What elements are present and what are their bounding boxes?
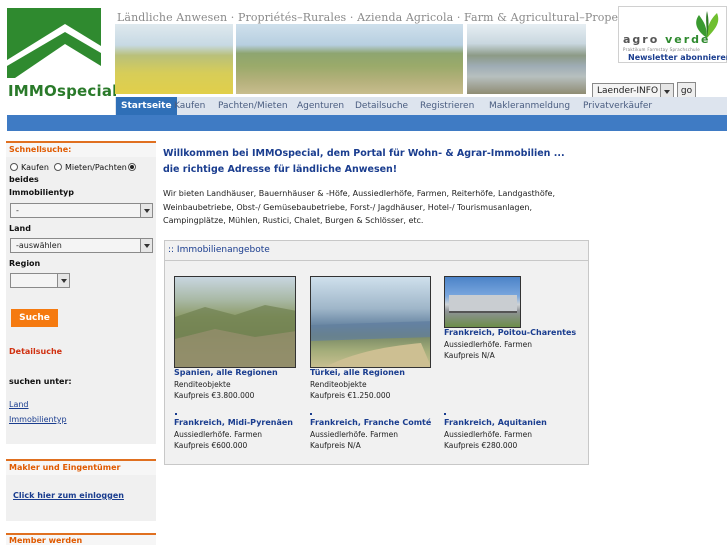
header-photo-fields [115, 24, 233, 94]
offer-type: Aussiedlerhöfe. Farmen [174, 430, 263, 439]
offer-title[interactable]: Frankreich, Franche Comté [310, 418, 431, 427]
header-photo-lake [467, 24, 586, 94]
type-select[interactable]: - [10, 203, 153, 218]
offers-divider [165, 260, 588, 261]
country-info-value: Laender-INFO [597, 86, 659, 96]
offer-type: Aussiedlerhöfe. Farmen [310, 430, 399, 439]
offer-photo-placeholder [310, 413, 312, 415]
broker-panel: Makler und Eingentümer [6, 459, 156, 521]
nav-startseite[interactable]: Startseite [116, 97, 177, 115]
country-select[interactable]: -auswählen [10, 238, 153, 253]
offer-photo-poitou[interactable] [444, 276, 521, 328]
offer-title[interactable]: Frankreich, Poitou-Charentes [444, 328, 576, 337]
search-button[interactable]: Suche [11, 309, 58, 327]
offer-photo-spain[interactable] [174, 276, 296, 368]
search-under-label: suchen unter: [9, 377, 72, 386]
nav-registrieren[interactable]: Registrieren [420, 97, 474, 115]
nav-privatverkaeufer[interactable]: Privatverkäufer [583, 97, 652, 115]
offer-price: Kaufpreis €1.250.000 [310, 391, 391, 400]
offer-title[interactable]: Frankreich, Midi-Pyrenäen [174, 418, 293, 427]
radio-mieten-label: Mieten/Pachten [65, 163, 127, 172]
newsletter-link[interactable]: Newsletter abonnieren! [628, 53, 727, 62]
offers-panel: :: Immobilienangebote Spanien, alle Regi… [164, 240, 589, 465]
agroverde-logo-text: agro verde [623, 33, 711, 46]
region-select[interactable] [10, 273, 70, 288]
country-label: Land [9, 224, 31, 233]
intro-text: Wir bieten Landhäuser, Bauernhäuser & -H… [163, 189, 556, 225]
nav-agenturen[interactable]: Agenturen [297, 97, 344, 115]
logo[interactable]: IMMOspecial [7, 8, 117, 100]
offer-photo-turkey[interactable] [310, 276, 431, 368]
logo-house-icon [7, 8, 101, 78]
offer-title[interactable]: Türkei, alle Regionen [310, 368, 405, 377]
welcome-heading: Willkommen bei IMMOspecial, dem Portal f… [163, 148, 565, 175]
header-tagline: Ländliche Anwesen · Propriétés–Rurales ·… [117, 11, 645, 24]
nav-detailsuche[interactable]: Detailsuche [355, 97, 408, 115]
offer-type: Renditeobjekte [310, 380, 367, 389]
radio-kaufen-label: Kaufen [21, 163, 49, 172]
offer-type: Renditeobjekte [174, 380, 231, 389]
offer-price: Kaufpreis N/A [444, 351, 495, 360]
region-label: Region [9, 259, 41, 268]
offer-type: Aussiedlerhöfe. Farmen [444, 340, 533, 349]
link-land[interactable]: Land [9, 400, 29, 409]
offer-price: Kaufpreis €3.800.000 [174, 391, 255, 400]
radio-beides-label: beides [9, 175, 39, 184]
radio-kaufen[interactable] [10, 163, 18, 171]
offer-price: Kaufpreis N/A [310, 441, 361, 450]
broker-title: Makler und Eingentümer [6, 461, 156, 475]
chevron-down-icon [57, 274, 69, 287]
radio-beides[interactable] [128, 163, 136, 171]
barn-roof [449, 295, 517, 313]
quick-search-panel: Schnellsuche: [6, 141, 156, 444]
logo-text: IMMOspecial [8, 82, 118, 100]
link-immobilientyp[interactable]: Immobilientyp [9, 415, 67, 424]
radio-mieten-pachten[interactable] [54, 163, 62, 171]
offer-title[interactable]: Frankreich, Aquitanien [444, 418, 547, 427]
header-photo-hills [236, 24, 463, 94]
offer-price: Kaufpreis €600.000 [174, 441, 248, 450]
detail-search-link[interactable]: Detailsuche [9, 347, 62, 356]
header-divider-bar [7, 115, 727, 131]
broker-login-link[interactable]: Click hier zum einloggen [13, 491, 124, 500]
offer-photo-placeholder [175, 413, 177, 415]
offer-price: Kaufpreis €280.000 [444, 441, 518, 450]
member-title: Member werden [6, 535, 156, 545]
agroverde-banner[interactable]: agro verde Praktikum Farmstay Sprachschu… [618, 6, 727, 63]
chevron-down-icon [140, 204, 152, 217]
country-select-value: -auswählen [16, 241, 62, 250]
member-panel: Member werden [6, 533, 156, 545]
nav-makleranmeldung[interactable]: Makleranmeldung [489, 97, 570, 115]
quick-search-title: Schnellsuche: [6, 143, 156, 157]
offer-type: Aussiedlerhöfe. Farmen [444, 430, 533, 439]
type-select-value: - [16, 206, 19, 215]
nav-kaufen[interactable]: Kaufen [174, 97, 205, 115]
offer-photo-placeholder [444, 413, 446, 415]
page: IMMOspecial Ländliche Anwesen · Propriét… [0, 0, 727, 545]
offer-title[interactable]: Spanien, alle Regionen [174, 368, 278, 377]
offers-title: :: Immobilienangebote [168, 245, 270, 255]
nav-pachten-mieten[interactable]: Pachten/Mieten [218, 97, 288, 115]
chevron-down-icon [140, 239, 152, 252]
agroverde-subtitle: Praktikum Farmstay Sprachschule [623, 47, 701, 52]
type-label: Immobilientyp [9, 188, 74, 197]
